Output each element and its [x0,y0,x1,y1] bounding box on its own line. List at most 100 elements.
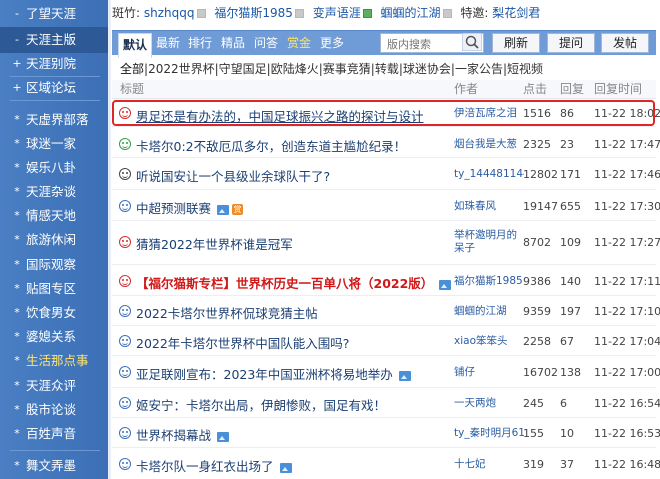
blue-smile-icon [119,366,131,378]
author-link[interactable]: 烟台我是大葱 [454,138,524,151]
sidebar-item-10[interactable]: * 生活那点事 [0,350,108,372]
sidebar-item-4[interactable]: * 情感天地 [0,205,108,227]
refresh-button[interactable]: 刷新 [492,33,540,53]
board-toolbar: 默认 最新 排行 精品 问答 赏金 更多 刷新 提问 发帖 [112,30,656,58]
thread-title-link[interactable]: 亚足联刚宣布：2023年中国亚洲杯将易地举办 [136,367,393,382]
red-smile-icon [119,275,131,287]
author-link[interactable]: 蝈蝈的江湖 [454,305,524,318]
sidebar-item-3[interactable]: * 天涯杂谈 [0,181,108,203]
reply-time: 11-22 17:10 [594,305,660,318]
moderator-link[interactable]: shzhqqq [144,6,195,20]
author-link[interactable]: 十七妃 [454,458,524,471]
sidebar-item-6[interactable]: * 国际观察 [0,254,108,276]
tab-featured[interactable]: 精品 [217,31,249,55]
thread-title-link[interactable]: 卡塔尔0:2不敌厄瓜多尔，创造东道主尴尬纪录！ [136,136,406,155]
sidebar-item-13[interactable]: * 百姓声音 [0,423,108,445]
author-link[interactable]: 举杯邀明月的呆子 [454,229,524,255]
blue-smile-icon [119,305,131,317]
author-link[interactable]: ty_秦时明月61 [454,427,524,440]
author-link[interactable]: ty_144481144 [454,168,524,181]
reply-time: 11-22 17:11 [594,275,660,288]
reply-count: 37 [560,458,574,471]
thread-title-link[interactable]: 姬安宁：卡塔尔出局，伊朗惨败，国足有戏！ [136,395,386,414]
author-link[interactable]: 一天两炮 [454,397,524,410]
thread-title-link[interactable]: 世界杯揭幕战 [136,428,211,443]
post-button[interactable]: 发帖 [601,33,649,53]
author-link[interactable]: 如珠春风 [454,200,524,213]
blue-smile-icon [119,397,131,409]
tab-default[interactable]: 默认 [118,33,153,58]
tab-latest[interactable]: 最新 [152,31,184,55]
reply-count: 140 [560,275,581,288]
filter-item[interactable]: 一家公告 [455,62,503,76]
sidebar-item-0[interactable]: * 天虚界部落 [0,109,108,131]
reply-count: 23 [560,138,574,151]
author-link[interactable]: 铺仔 [454,366,524,379]
ask-button[interactable]: 提问 [547,33,595,53]
thread-title-link[interactable]: 【福尔猫斯专栏】世界杯历史一百单八将（2022版） [136,276,433,291]
click-count: 19147 [523,200,558,213]
reply-count: 171 [560,168,581,181]
click-count: 2258 [523,335,551,348]
moderator-line: 斑竹: shzhqqq 福尔猫斯1985 变声语涯 蝈蝈的江湖 特邀: 梨花剑君 [112,5,540,21]
special-guest-link[interactable]: 梨花剑君 [492,6,540,20]
tab-bounty[interactable]: 赏金 [283,31,315,55]
highlight-annotation [112,100,655,126]
thread-title-link[interactable]: 卡塔尔队一身红衣出场了 [136,459,274,474]
reply-count: 197 [560,305,581,318]
sidebar-item-liaowang[interactable]: - 了望天涯 [0,3,108,25]
blue-smile-icon [119,335,131,347]
search-icon[interactable] [462,33,482,51]
reply-time: 11-22 16:54 [594,397,660,410]
filter-item[interactable]: 赛事竞猜 [323,62,371,76]
status-dot [294,9,304,18]
moderator-link[interactable]: 福尔猫斯1985 [214,6,293,20]
filter-all[interactable]: 全部 [120,62,144,76]
sidebar-edge [108,0,111,479]
author-link[interactable]: 福尔猫斯1985 [454,275,524,288]
click-count: 245 [523,397,544,410]
blue-smile-icon [119,458,131,470]
thread-title-link[interactable]: 2022卡塔尔世界杯侃球竞猜主帖 [136,303,318,322]
filter-item[interactable]: 短视频 [507,62,543,76]
sidebar-item-12[interactable]: * 股市论谈 [0,399,108,421]
thread-title-link[interactable]: 中超预测联赛 [136,201,211,216]
reply-time: 11-22 17:27 [594,236,660,249]
sidebar-item-5[interactable]: * 旅游休闲 [0,229,108,251]
reply-time: 11-22 17:47 [594,138,660,151]
table-row: 卡塔尔0:2不敌厄瓜多尔，创造东道主尴尬纪录！ 烟台我是大葱 2325 23 1… [112,130,660,158]
filter-item[interactable]: 守望国足 [219,62,267,76]
online-dot [362,9,372,18]
sidebar-item-9[interactable]: * 婆媳关系 [0,326,108,348]
click-count: 8702 [523,236,551,249]
tab-qa[interactable]: 问答 [250,31,282,55]
sidebar-item-7[interactable]: * 贴图专区 [0,278,108,300]
sidebar-item-1[interactable]: * 球迷一家 [0,133,108,155]
filter-item[interactable]: 2022世界杯 [148,62,215,76]
sidebar-item-11[interactable]: * 天涯众评 [0,375,108,397]
reply-time: 11-22 17:00 [594,366,660,379]
thread-title-link[interactable]: 2022年卡塔尔世界杯中国队能入围吗? [136,333,349,352]
reply-time: 11-22 16:48 [594,458,660,471]
sidebar-item-8[interactable]: * 饮食男女 [0,302,108,324]
table-row: 世界杯揭幕战 ty_秦时明月61 155 10 11-22 16:53 [112,418,660,448]
reply-count: 6 [560,397,567,410]
filter-item[interactable]: 转载 [375,62,399,76]
sidebar-item-bieyuan[interactable]: + 天涯别院 [0,53,108,75]
tab-more[interactable]: 更多 [316,31,348,55]
table-row: 2022卡塔尔世界杯侃球竞猜主帖 蝈蝈的江湖 9359 197 11-22 17… [112,296,660,326]
thread-title-link[interactable]: 听说国安让一个县级业余球队干了? [136,166,330,185]
sidebar-item-2[interactable]: * 娱乐八卦 [0,157,108,179]
search-input[interactable] [385,35,465,53]
author-link[interactable]: xiao笨笨头 [454,335,524,348]
filter-item[interactable]: 球迷协会 [403,62,451,76]
filter-item[interactable]: 欧陆烽火 [271,62,319,76]
tab-ranking[interactable]: 排行 [184,31,216,55]
header-replies: 回复 [560,82,585,96]
thread-title-link[interactable]: 猜猜2022年世界杯谁是冠军 [136,234,293,253]
sidebar-item-main[interactable]: - 天涯主版 [0,27,108,53]
sidebar-item-region[interactable]: + 区域论坛 [0,77,108,99]
moderator-link[interactable]: 变声语涯 [313,6,361,20]
moderator-link[interactable]: 蝈蝈的江湖 [381,6,441,20]
sidebar-item-14[interactable]: * 舞文弄墨 [0,455,108,477]
